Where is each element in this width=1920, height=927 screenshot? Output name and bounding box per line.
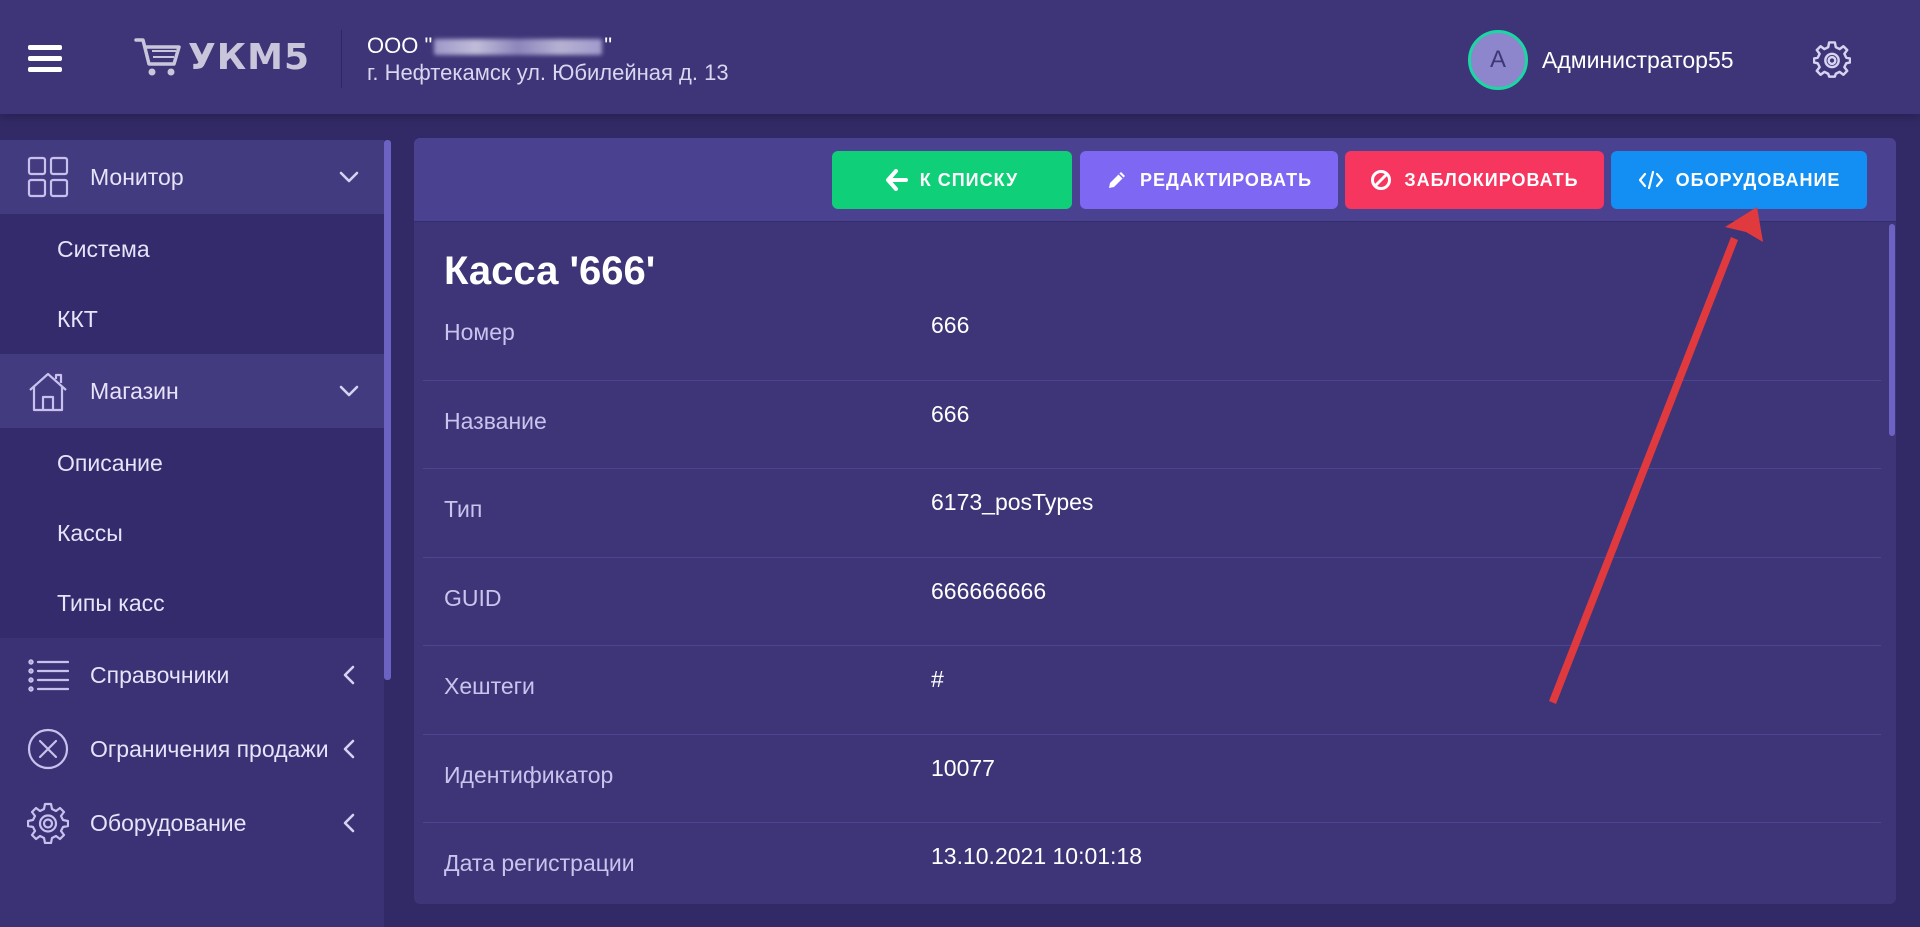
sidebar-submenu-shop: Описание Кассы Типы касс [0,428,384,638]
field-label: Дата регистрации [444,850,635,876]
toolbar: К СПИСКУ РЕДАКТИРОВАТЬ ЗАБЛОКИРОВАТЬ ОБО… [414,138,1896,222]
panel-scrollbar[interactable] [1889,224,1895,436]
sidebar-item-label: Монитор [90,163,184,190]
sidebar-item-monitor[interactable]: Монитор [0,140,384,214]
field-value: 666666666 [931,577,1047,604]
sidebar-subitem-register-types[interactable]: Типы касс [0,568,384,638]
field-value: 13.10.2021 10:01:18 [931,843,1143,869]
page-title: Касса '666' [444,249,656,293]
hamburger-menu-icon[interactable] [28,45,62,73]
pencil-icon [1108,172,1125,188]
block-button[interactable]: ЗАБЛОКИРОВАТЬ [1345,151,1604,209]
sidebar-subitem-kkt[interactable]: ККТ [0,284,384,354]
block-button-label: ЗАБЛОКИРОВАТЬ [1404,169,1579,190]
sidebar-item-equipment[interactable]: Оборудование [0,786,384,860]
detail-row-name: Название 666 [423,381,1881,469]
redacted-text [434,39,603,56]
organization-name: ООО " " [367,33,613,58]
sidebar: Монитор Система ККТ Магазин Описание Кас… [0,140,384,927]
top-header: УКМ5 ООО " " г. Нефтекамск ул. Юбилейная … [0,0,1920,114]
field-label: Хештеги [444,673,535,699]
header-divider [341,30,342,88]
chevron-left-icon [343,813,355,833]
equipment-button[interactable]: ОБОРУДОВАНИЕ [1611,151,1867,209]
user-menu[interactable]: А Администратор55 [1468,30,1734,90]
chevron-down-icon [339,385,359,397]
field-value: 10077 [931,754,995,781]
sidebar-item-label: Магазин [90,377,179,404]
field-label: Название [444,407,547,434]
organization-address: г. Нефтекамск ул. Юбилейная д. 13 [367,60,729,85]
ban-icon [1371,170,1392,190]
field-label: Номер [444,319,515,345]
field-label: Идентификатор [444,761,614,788]
house-icon [29,372,67,412]
gear-icon [27,802,69,844]
equipment-button-label: ОБОРУДОВАНИЕ [1675,169,1841,190]
sidebar-item-label: Оборудование [90,809,247,836]
detail-row-hashtags: Хештеги # [423,646,1881,735]
main-panel: К СПИСКУ РЕДАКТИРОВАТЬ ЗАБЛОКИРОВАТЬ ОБО… [414,138,1896,904]
logo-text: УКМ5 [188,36,311,78]
sidebar-subitem-registers[interactable]: Кассы [0,498,384,568]
logo[interactable]: УКМ5 [134,34,310,80]
field-label: GUID [444,584,502,611]
detail-row-type: Тип 6173_posTypes [423,469,1881,558]
edit-button[interactable]: РЕДАКТИРОВАТЬ [1080,151,1338,209]
detail-row-identifier: Идентификатор 10077 [423,735,1881,823]
details-list: Номер 666 Название 666 Тип 6173_posTypes… [423,292,1881,904]
detail-row-guid: GUID 666666666 [423,558,1881,646]
sidebar-item-label: Ограничения продажи [90,735,329,762]
sidebar-subitem-description[interactable]: Описание [0,428,384,498]
sidebar-item-references[interactable]: Справочники [0,638,384,712]
sidebar-submenu-monitor: Система ККТ [0,214,384,354]
cart-icon [134,38,181,76]
edit-button-label: РЕДАКТИРОВАТЬ [1139,169,1313,190]
field-value: 6173_posTypes [931,489,1094,515]
sidebar-subitem-system[interactable]: Система [0,214,384,284]
field-label: Тип [444,496,483,522]
sidebar-item-shop[interactable]: Магазин [0,354,384,428]
code-icon [1638,170,1663,190]
list-icon [28,659,69,692]
field-value: # [931,666,944,692]
detail-row-registration-date: Дата регистрации 13.10.2021 10:01:18 [423,823,1881,904]
sidebar-item-sale-restrictions[interactable]: Ограничения продажи [0,712,384,786]
sidebar-item-label: Справочники [90,661,230,688]
field-value: 666 [931,400,970,427]
arrow-left-icon [885,169,908,191]
gear-icon[interactable] [1813,41,1851,79]
chevron-left-icon [343,739,355,759]
organization-info: ООО " " г. Нефтекамск ул. Юбилейная д. 13 [367,32,729,86]
chevron-down-icon [339,171,359,183]
detail-row-number: Номер 666 [423,292,1881,381]
x-circle-icon [27,728,69,770]
grid-icon [27,156,69,198]
avatar[interactable]: А [1468,30,1528,90]
register-details: Касса '666' Номер 666 Название 666 Тип 6… [414,222,1896,904]
chevron-left-icon [343,665,355,685]
user-name[interactable]: Администратор55 [1542,47,1734,74]
back-to-list-button[interactable]: К СПИСКУ [832,151,1072,209]
sidebar-scrollbar[interactable] [384,140,391,680]
back-button-label: К СПИСКУ [919,169,1019,190]
field-value: 666 [931,312,970,338]
